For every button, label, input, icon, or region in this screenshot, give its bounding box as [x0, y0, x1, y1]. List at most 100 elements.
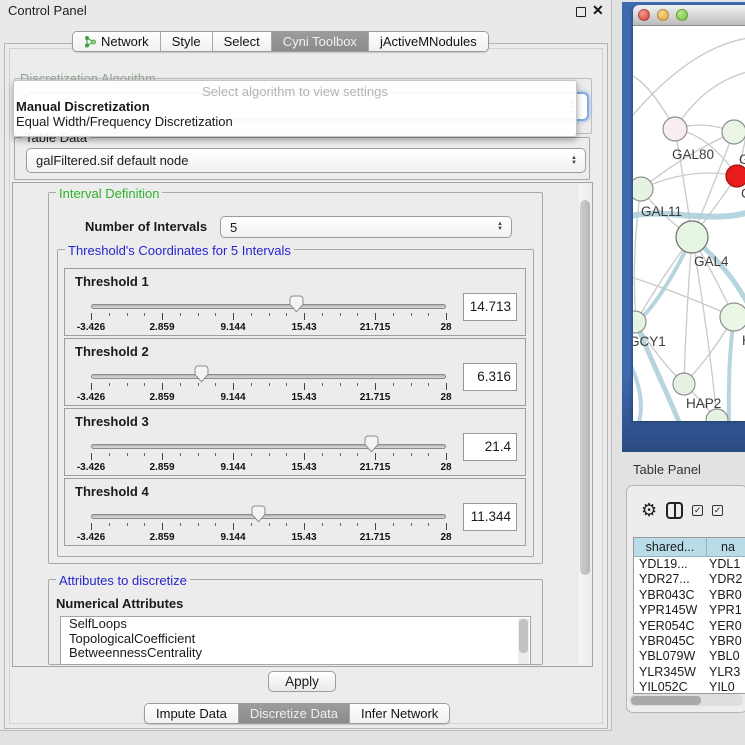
tab-infer-network[interactable]: Infer Network: [350, 704, 449, 723]
tick-mark: [304, 313, 305, 320]
slider-thumb[interactable]: [251, 505, 266, 523]
scrollbar-thumb[interactable]: [631, 696, 701, 705]
threshold-rows: Threshold 1-3.4262.8599.14415.4321.71528…: [64, 268, 526, 548]
slider-track[interactable]: [91, 514, 446, 519]
tick-mark: [286, 523, 287, 526]
tick-mark: [269, 523, 270, 526]
table-row[interactable]: YBR045CYBR0: [634, 634, 745, 649]
svg-text:GAL11: GAL11: [641, 204, 682, 219]
horizontal-scrollbar[interactable]: [629, 694, 743, 706]
tick-mark: [91, 453, 92, 460]
tab-network[interactable]: Network: [73, 32, 161, 51]
checkbox-icon[interactable]: ✓: [712, 505, 723, 516]
node-attribute-table[interactable]: shared... na YDL19...YDL1YDR27...YDR2YBR…: [633, 537, 745, 694]
minimize-traffic-light-icon[interactable]: [657, 9, 669, 21]
table-row[interactable]: YDR27...YDR2: [634, 572, 745, 587]
window-title: Control Panel: [8, 3, 87, 18]
threshold-slider-3[interactable]: -3.4262.8599.14415.4321.71528: [91, 435, 447, 475]
tick-mark: [144, 523, 145, 526]
threshold-label: Threshold 3: [75, 414, 149, 429]
column-header-name[interactable]: na: [707, 538, 745, 556]
gear-icon[interactable]: ⚙: [641, 501, 657, 519]
slider-track[interactable]: [91, 374, 446, 379]
tab-style[interactable]: Style: [161, 32, 213, 51]
attribute-item-topologicalcoefficient[interactable]: TopologicalCoefficient: [61, 632, 530, 647]
threshold-slider-1[interactable]: -3.4262.8599.14415.4321.71528: [91, 295, 447, 335]
threshold-slider-4[interactable]: -3.4262.8599.14415.4321.71528: [91, 505, 447, 545]
zoom-traffic-light-icon[interactable]: [676, 9, 688, 21]
tab-select[interactable]: Select: [213, 32, 272, 51]
slider-track[interactable]: [91, 304, 446, 309]
cell-name: YPR1: [707, 603, 745, 618]
table-row[interactable]: YBR043CYBR0: [634, 588, 745, 603]
table-row[interactable]: YIL052CYIL0: [634, 680, 745, 694]
attribute-item-betweennesscentrality[interactable]: BetweennessCentrality: [61, 646, 530, 661]
tick-label: 21.715: [350, 532, 400, 543]
table-row[interactable]: YDL19...YDL1: [634, 557, 745, 572]
tick-mark: [428, 313, 429, 316]
scrollbar-thumb[interactable]: [519, 619, 528, 653]
scrollbar-thumb[interactable]: [580, 200, 590, 575]
numerical-attributes-list[interactable]: SelfLoopsTopologicalCoefficientBetweenne…: [60, 616, 531, 665]
close-traffic-light-icon[interactable]: [638, 9, 650, 21]
threshold-value-field[interactable]: 11.344: [463, 503, 517, 531]
network-window-titlebar[interactable]: [633, 5, 745, 26]
tick-mark: [233, 313, 234, 320]
threshold-row-1: Threshold 1-3.4262.8599.14415.4321.71528…: [64, 268, 526, 336]
table-row[interactable]: YER054CYER0: [634, 619, 745, 634]
vertical-scrollbar[interactable]: [579, 184, 592, 665]
spinner-arrows-icon[interactable]: ▲▼: [493, 222, 507, 232]
tick-mark: [322, 453, 323, 456]
tab-label: Cyni Toolbox: [283, 34, 357, 49]
column-header-shared-name[interactable]: shared...: [634, 538, 707, 556]
checkbox-icon[interactable]: ✓: [692, 505, 703, 516]
slider-thumb[interactable]: [194, 365, 209, 383]
table-row[interactable]: YLR345WYLR3: [634, 665, 745, 680]
list-scrollbar[interactable]: [518, 618, 529, 664]
cell-name: YLR3: [707, 665, 745, 680]
tab-label: jActiveMNodules: [380, 34, 477, 49]
tick-mark: [198, 453, 199, 456]
tick-mark: [357, 523, 358, 526]
network-canvas[interactable]: GAL80GGAL11CGAL4GCY1HHAP2: [633, 26, 745, 421]
tick-mark: [393, 523, 394, 526]
float-window-icon[interactable]: [576, 7, 586, 17]
attribute-item-selfloops[interactable]: SelfLoops: [61, 617, 530, 632]
cell-shared-name: YBR043C: [634, 588, 707, 603]
spinner-arrows-icon[interactable]: ▲▼: [567, 156, 581, 166]
table-row[interactable]: YPR145WYPR1: [634, 603, 745, 618]
table-data-combobox[interactable]: galFiltered.sif default node ▲▼: [26, 148, 586, 173]
svg-text:HAP2: HAP2: [686, 396, 721, 411]
tick-mark: [144, 313, 145, 316]
tick-mark: [198, 383, 199, 386]
tab-discretize-data[interactable]: Discretize Data: [239, 704, 350, 723]
tick-mark: [304, 453, 305, 460]
slider-track[interactable]: [91, 444, 446, 449]
control-panel-titlebar[interactable]: Control Panel ✕: [0, 0, 612, 20]
tick-label: 28: [421, 462, 471, 473]
algorithm-hint: Select algorithm to view settings: [14, 81, 576, 99]
cell-shared-name: YLR345W: [634, 665, 707, 680]
tab-cyni-toolbox[interactable]: Cyni Toolbox: [272, 32, 369, 51]
menu-item-manual-discretization[interactable]: Manual Discretization: [14, 99, 576, 114]
apply-button[interactable]: Apply: [268, 671, 336, 692]
slider-thumb[interactable]: [289, 295, 304, 313]
columns-icon[interactable]: [666, 502, 683, 519]
slider-thumb[interactable]: [364, 435, 379, 453]
threshold-value-field[interactable]: 6.316: [463, 363, 517, 391]
threshold-slider-2[interactable]: -3.4262.8599.14415.4321.71528: [91, 365, 447, 405]
threshold-row-4: Threshold 4-3.4262.8599.14415.4321.71528…: [64, 478, 526, 546]
menu-item-equal-width-frequency[interactable]: Equal Width/Frequency Discretization: [14, 114, 576, 129]
number-of-intervals-value: 5: [221, 220, 493, 235]
tick-mark: [251, 313, 252, 316]
tick-label: 2.859: [137, 462, 187, 473]
number-of-intervals-combobox[interactable]: 5 ▲▼: [220, 216, 512, 238]
svg-text:GCY1: GCY1: [633, 334, 666, 349]
threshold-value-field[interactable]: 14.713: [463, 293, 517, 321]
tab-jactivemnodules[interactable]: jActiveMNodules: [369, 32, 488, 51]
numerical-attributes-label: Numerical Attributes: [56, 596, 183, 611]
threshold-value-field[interactable]: 21.4: [463, 433, 517, 461]
close-icon[interactable]: ✕: [592, 2, 604, 19]
tab-impute-data[interactable]: Impute Data: [145, 704, 239, 723]
table-row[interactable]: YBL079WYBL0: [634, 649, 745, 664]
